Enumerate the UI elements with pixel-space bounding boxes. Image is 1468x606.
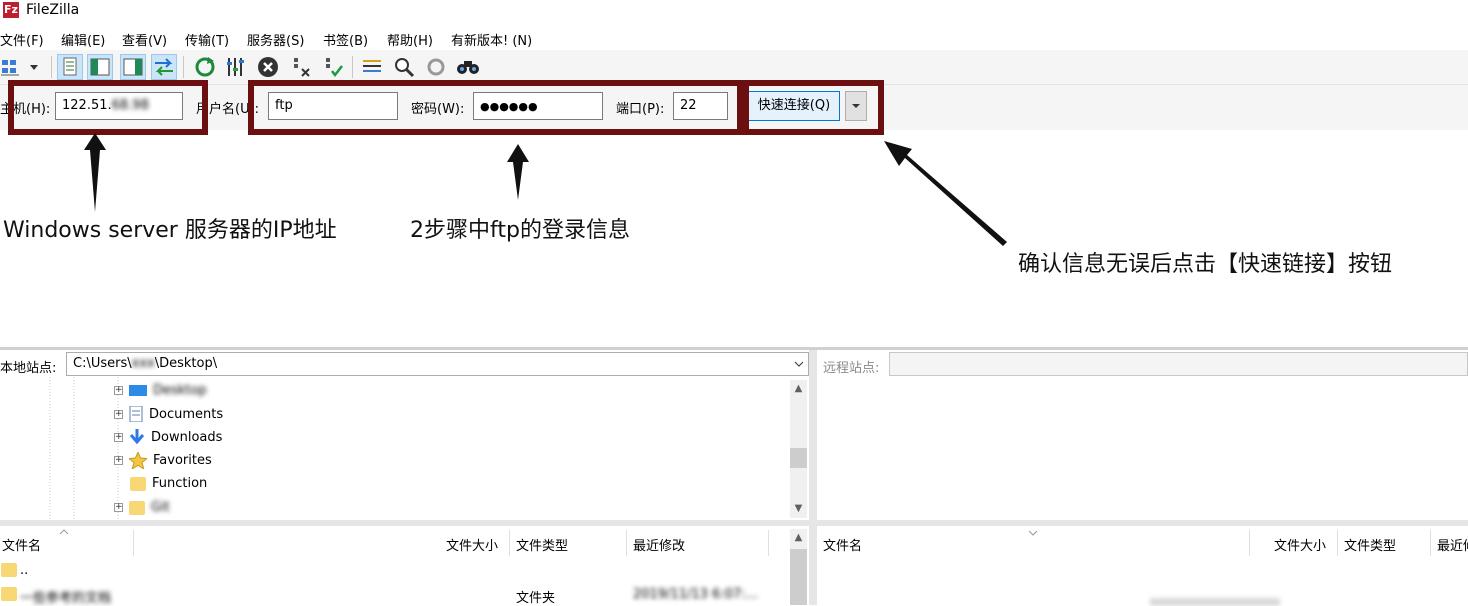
- file-row-modified: 2019/11/13 6:07:...: [633, 587, 759, 602]
- tree-item-function[interactable]: Function: [130, 476, 207, 491]
- local-tree-scrollbar[interactable]: ▲ ▼: [790, 380, 807, 518]
- chevron-down-icon[interactable]: [794, 361, 804, 367]
- document-icon: [129, 406, 143, 422]
- column-divider[interactable]: [768, 530, 769, 556]
- annotation-arrows: [84, 133, 1007, 246]
- local-column-modified[interactable]: 最近修改: [633, 535, 685, 554]
- expand-icon[interactable]: +: [114, 386, 123, 395]
- column-divider[interactable]: [133, 530, 134, 556]
- scroll-down-icon[interactable]: ▼: [790, 500, 807, 517]
- local-files-scrollbar[interactable]: ▲: [790, 529, 807, 605]
- scroll-thumb[interactable]: [790, 549, 807, 605]
- scroll-thumb[interactable]: [790, 448, 807, 468]
- local-column-filename[interactable]: 文件名: [2, 535, 41, 554]
- remote-path-combobox[interactable]: [889, 352, 1468, 376]
- scroll-up-icon[interactable]: ▲: [790, 380, 807, 397]
- folder-icon: [129, 500, 145, 515]
- folder-icon: [1, 563, 17, 577]
- horizontal-splitter[interactable]: [0, 347, 1468, 350]
- tree-item-git[interactable]: + Git: [114, 500, 170, 515]
- column-divider[interactable]: [1337, 530, 1338, 556]
- host-annotation: Windows server 服务器的IP地址: [3, 218, 337, 243]
- tree-item-favorites[interactable]: + Favorites: [114, 452, 212, 469]
- local-horizontal-splitter[interactable]: [0, 520, 809, 526]
- folder-icon: [130, 476, 146, 491]
- file-row-type: 文件夹: [516, 591, 556, 606]
- remote-tree: [817, 377, 1468, 520]
- arrow-diagonal-connect: [884, 141, 1007, 246]
- download-icon: [129, 429, 145, 445]
- remote-column-modified[interactable]: 最近修: [1437, 535, 1468, 554]
- arrow-up-credentials: [507, 144, 529, 200]
- expand-icon[interactable]: +: [114, 432, 123, 442]
- desktop-icon: [129, 384, 147, 396]
- remote-column-filename[interactable]: 文件名: [823, 535, 862, 554]
- column-divider[interactable]: [626, 530, 627, 556]
- credentials-annotation: 2步骤中ftp的登录信息: [410, 218, 630, 243]
- folder-icon: [1, 587, 17, 601]
- scroll-up-icon[interactable]: ▲: [790, 529, 807, 546]
- column-divider[interactable]: [1430, 530, 1431, 556]
- column-divider[interactable]: [509, 530, 510, 556]
- connect-annotation: 确认信息无误后点击【快速链接】按钮: [1018, 252, 1393, 277]
- local-site-label: 本地站点:: [0, 361, 57, 376]
- local-path-combobox[interactable]: C:\Users\xxx\Desktop\: [66, 352, 809, 376]
- sort-chevron-icon: [59, 529, 69, 535]
- expand-icon[interactable]: +: [114, 409, 123, 419]
- file-row-parent[interactable]: ..: [20, 563, 28, 578]
- local-tree: [0, 377, 792, 520]
- tree-guides: [49, 377, 119, 520]
- arrow-up-host: [84, 133, 106, 212]
- file-row-name[interactable]: 一些参考的文档: [20, 587, 111, 606]
- remote-site-label: 远程站点:: [823, 361, 880, 376]
- sort-chevron-icon: [1028, 530, 1038, 536]
- vertical-splitter[interactable]: [809, 350, 817, 605]
- expand-icon[interactable]: +: [114, 456, 123, 465]
- column-divider[interactable]: [1249, 530, 1250, 556]
- local-column-filetype[interactable]: 文件类型: [516, 535, 568, 554]
- tree-item-desktop[interactable]: + Desktop: [114, 383, 207, 398]
- tree-item-downloads[interactable]: + Downloads: [114, 429, 222, 445]
- remote-horizontal-splitter[interactable]: [817, 520, 1468, 526]
- star-icon: [129, 452, 147, 469]
- remote-column-filesize[interactable]: 文件大小: [1274, 535, 1326, 554]
- remote-column-filetype[interactable]: 文件类型: [1344, 535, 1396, 554]
- expand-icon[interactable]: +: [114, 503, 123, 512]
- tree-item-documents[interactable]: + Documents: [114, 406, 223, 422]
- local-column-filesize[interactable]: 文件大小: [446, 535, 498, 554]
